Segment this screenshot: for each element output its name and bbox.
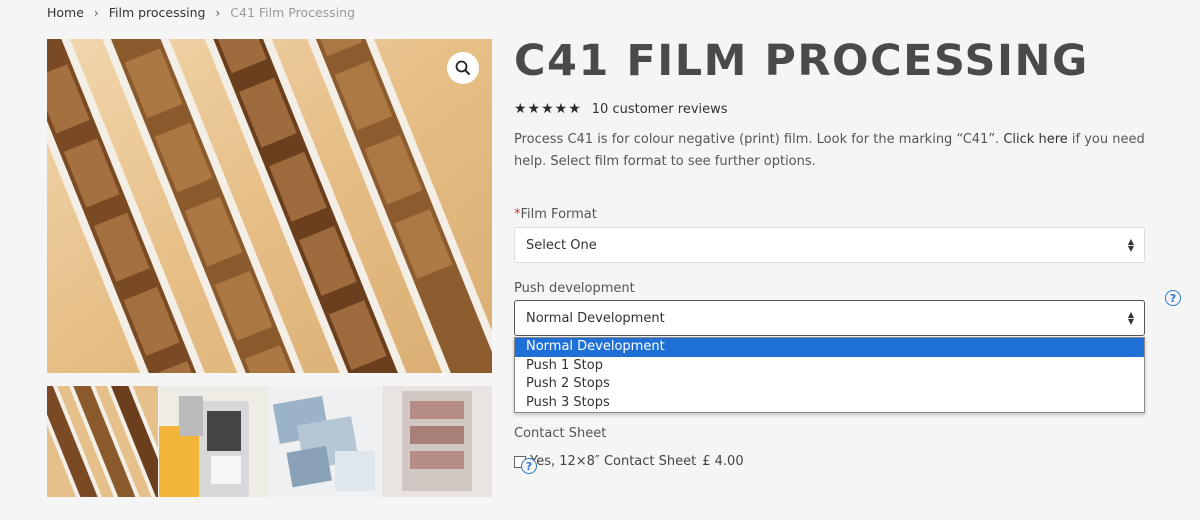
help-icon[interactable]: ? [521,458,537,474]
magnifier-icon [455,60,471,76]
breadcrumb-separator: › [215,5,221,20]
product-description: Process C41 is for colour negative (prin… [514,132,1145,169]
contact-sheet-label: Contact Sheet [514,426,607,441]
star-rating-icon: ★★★★★ [514,101,582,117]
contact-sheet-price: £ 4.00 [702,454,744,469]
push-development-label: Push development [514,281,635,296]
thumbnail-negatives-sleeve[interactable] [381,386,492,497]
option-normal-development[interactable]: Normal Development [515,338,1144,357]
option-push-1-stop[interactable]: Push 1 Stop [515,357,1144,376]
film-format-label: *Film Format [514,207,597,222]
thumbnail-contact-sheets[interactable] [270,386,381,497]
option-push-3-stops[interactable]: Push 3 Stops [515,394,1144,413]
product-main-image[interactable] [47,39,492,373]
product-title: C41 FILM PROCESSING [514,36,1089,86]
breadcrumb-separator: › [93,5,99,20]
option-push-2-stops[interactable]: Push 2 Stops [515,375,1144,394]
zoom-button[interactable] [447,52,479,84]
breadcrumb: Home › Film processing › C41 Film Proces… [47,5,355,20]
help-icon[interactable]: ? [1165,290,1181,306]
contact-sheet-option-label: Yes, 12×8″ Contact Sheet [530,454,697,469]
select-arrows-icon: ▲ ▼ [1127,310,1134,326]
select-arrows-icon: ▲ ▼ [1127,237,1134,253]
product-rating: ★★★★★ 10 customer reviews [514,101,728,117]
breadcrumb-home-link[interactable]: Home [47,5,84,20]
film-format-select[interactable]: Select One ▲ ▼ [514,227,1145,263]
customer-reviews-link[interactable]: 10 customer reviews [592,102,728,117]
push-development-select[interactable]: Normal Development ▲ ▼ [514,300,1145,336]
help-link[interactable]: Click here [1003,132,1067,147]
push-development-dropdown: Normal Development Push 1 Stop Push 2 St… [514,337,1145,413]
thumbnail-film-strips[interactable] [47,386,158,497]
thumbnail-strip [47,386,492,497]
breadcrumb-film-processing-link[interactable]: Film processing [109,5,206,20]
breadcrumb-current: C41 Film Processing [230,5,356,20]
contact-sheet-option: Yes, 12×8″ Contact Sheet £ 4.00 [514,454,744,469]
film-strips-photo [47,39,492,373]
thumbnail-film-roll[interactable] [158,386,269,497]
